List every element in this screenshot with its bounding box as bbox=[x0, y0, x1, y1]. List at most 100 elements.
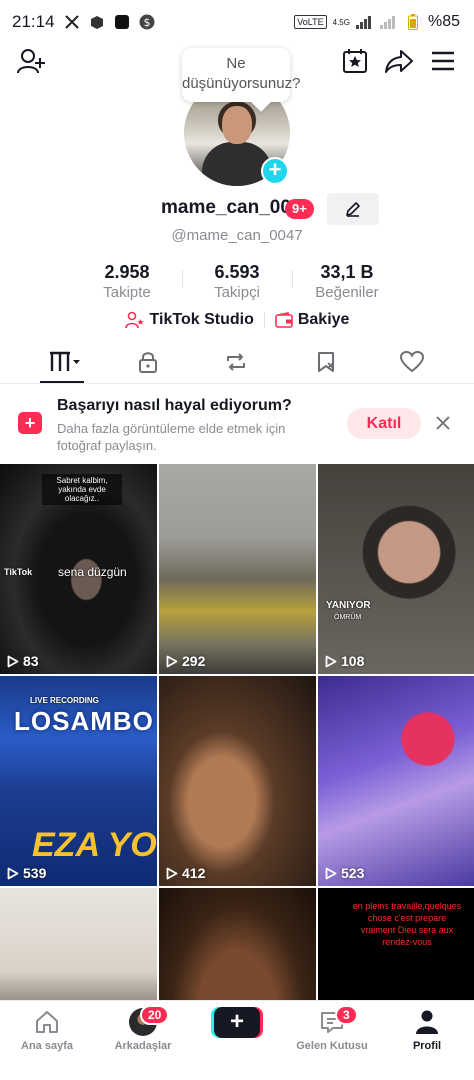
person-plus-icon[interactable] bbox=[16, 46, 46, 76]
status-notification-icons: $ bbox=[63, 13, 156, 31]
home-icon bbox=[36, 1011, 58, 1033]
links-divider bbox=[263, 312, 265, 328]
video-4-sub-caption: EZA YO bbox=[32, 826, 157, 864]
status-right: VoLTE 4.5G %85 bbox=[294, 13, 460, 31]
stat-followers-value: 6.593 bbox=[214, 262, 260, 282]
video-2-views: 292 bbox=[166, 653, 205, 669]
balance-label: Bakiye bbox=[297, 311, 350, 328]
nav-profile-label: Profil bbox=[412, 1040, 442, 1052]
status-time: 21:14 bbox=[12, 12, 55, 31]
tab-favorites[interactable] bbox=[304, 348, 348, 376]
profile-person-icon bbox=[416, 1010, 438, 1034]
video-tile-3[interactable]: YANIYOR ÖMRÜM 108 bbox=[318, 464, 474, 674]
video-9-caption: en pleins travaille,quelques chose c'est… bbox=[352, 901, 462, 947]
network-gen-label: 4.5G bbox=[332, 17, 350, 27]
tab-reposts[interactable] bbox=[214, 348, 258, 376]
video-4-caption: LOSAMBO bbox=[14, 706, 154, 736]
stat-likes-value: 33,1 B bbox=[320, 262, 374, 282]
balance-link[interactable]: Bakiye bbox=[275, 311, 350, 329]
stat-following[interactable]: 2.958 Takipte bbox=[72, 262, 182, 302]
heart-icon bbox=[399, 350, 425, 373]
stat-likes[interactable]: 33,1 B Beğeniler bbox=[292, 262, 402, 302]
tab-videos[interactable] bbox=[40, 348, 84, 376]
wallet-icon bbox=[275, 312, 293, 328]
studio-person-star-icon bbox=[124, 311, 144, 329]
tiktok-studio-link[interactable]: TikTok Studio bbox=[124, 311, 254, 329]
pencil-icon bbox=[346, 202, 360, 217]
calendar-star-icon[interactable] bbox=[340, 46, 370, 76]
add-story-plus-icon[interactable]: + bbox=[261, 157, 289, 185]
play-icon bbox=[166, 655, 178, 667]
video-tile-1[interactable]: Sabret kalbim, yakında evde olacağız.. s… bbox=[0, 464, 157, 674]
svg-text:$: $ bbox=[143, 16, 150, 29]
box-app-icon bbox=[88, 13, 106, 31]
close-icon[interactable] bbox=[434, 414, 452, 432]
lock-icon bbox=[139, 352, 157, 373]
thought-bubble-text: Ne düşünüyorsunuz? bbox=[182, 55, 301, 92]
thought-bubble[interactable]: Ne düşünüyorsunuz? bbox=[182, 48, 300, 102]
tiktok-watermark: TikTok bbox=[4, 567, 33, 577]
play-icon bbox=[166, 867, 178, 879]
tiktok-studio-label: TikTok Studio bbox=[149, 311, 254, 328]
nav-inbox[interactable]: Gelen Kutusu 3 bbox=[285, 1005, 379, 1052]
video-6-views: 523 bbox=[325, 865, 364, 881]
notification-badge[interactable]: 9+ bbox=[285, 199, 314, 219]
username-row: mame_can_00 9+ bbox=[0, 193, 474, 225]
video-3-sub-caption: ÖMRÜM bbox=[334, 614, 362, 621]
video-4-views: 539 bbox=[7, 865, 46, 881]
active-tab-indicator bbox=[40, 381, 84, 383]
signal-icon-2 bbox=[379, 13, 398, 31]
hamburger-menu-icon[interactable] bbox=[428, 46, 458, 76]
grid-bars-icon bbox=[50, 351, 80, 371]
x-app-icon bbox=[63, 13, 81, 31]
create-plus-button[interactable]: + bbox=[214, 1007, 260, 1038]
promo-banner: + Başarıyı nasıl hayal ediyorum? Daha fa… bbox=[0, 384, 474, 464]
video-tile-8[interactable] bbox=[159, 888, 316, 1000]
volte-indicator: VoLTE bbox=[294, 15, 327, 29]
video-1-caption: sena düzgün bbox=[58, 565, 127, 579]
video-tile-2[interactable]: 292 bbox=[159, 464, 316, 674]
play-icon bbox=[7, 867, 19, 879]
stat-followers-label: Takipçi bbox=[214, 284, 260, 301]
video-tile-9[interactable]: en pleins travaille,quelques chose c'est… bbox=[318, 888, 474, 1000]
video-6-view-count: 523 bbox=[341, 865, 365, 881]
video-tile-4[interactable]: LIVE RECORDING LOSAMBO EZA YO 539 bbox=[0, 676, 157, 886]
nav-home-label: Ana sayfa bbox=[21, 1040, 73, 1052]
stat-following-value: 2.958 bbox=[104, 262, 150, 282]
share-arrow-icon[interactable] bbox=[384, 46, 414, 76]
stat-following-label: Takipte bbox=[103, 284, 151, 301]
nav-profile[interactable]: Profil bbox=[380, 1007, 474, 1052]
edit-profile-button[interactable] bbox=[327, 193, 379, 225]
user-handle: @mame_can_0047 bbox=[171, 227, 303, 244]
join-button[interactable]: Katıl bbox=[347, 408, 421, 439]
nav-friends-label: Arkadaşlar bbox=[114, 1040, 172, 1052]
play-icon bbox=[325, 867, 337, 879]
video-4-view-count: 539 bbox=[23, 865, 47, 881]
video-tile-5[interactable]: 412 bbox=[159, 676, 316, 886]
video-5-view-count: 412 bbox=[182, 865, 206, 881]
promo-title: Başarıyı nasıl hayal ediyorum? bbox=[57, 397, 292, 414]
battery-icon bbox=[404, 13, 422, 31]
tab-liked[interactable] bbox=[390, 348, 434, 376]
video-1-top-caption: Sabret kalbim, yakında evde olacağız.. bbox=[42, 474, 122, 505]
promo-description: Daha fazla görüntüleme elde etmek için f… bbox=[57, 421, 286, 453]
video-5-views: 412 bbox=[166, 865, 205, 881]
video-4-top-caption: LIVE RECORDING bbox=[30, 696, 99, 705]
video-tile-7[interactable] bbox=[0, 888, 157, 1000]
profile-tabs bbox=[0, 342, 474, 384]
stat-followers[interactable]: 6.593 Takipçi bbox=[182, 262, 292, 302]
video-3-view-count: 108 bbox=[341, 653, 365, 669]
video-grid: Sabret kalbim, yakında evde olacağız.. s… bbox=[0, 464, 474, 1000]
nav-friends[interactable]: Arkadaşlar 20 bbox=[96, 1005, 190, 1052]
bottom-navigation: Ana sayfa Arkadaşlar 20 + Gelen Kutusu 3… bbox=[0, 1000, 474, 1080]
photo-plus-icon: + bbox=[18, 412, 42, 434]
video-2-view-count: 292 bbox=[182, 653, 206, 669]
signal-icon bbox=[355, 13, 374, 31]
video-tile-6[interactable]: 523 bbox=[318, 676, 474, 886]
stat-likes-label: Beğeniler bbox=[315, 284, 379, 301]
repost-icon bbox=[227, 353, 245, 371]
nav-home[interactable]: Ana sayfa bbox=[0, 1007, 94, 1052]
tab-private[interactable] bbox=[126, 348, 170, 376]
video-3-caption: YANIYOR bbox=[326, 600, 371, 611]
battery-percent: %85 bbox=[427, 13, 460, 30]
